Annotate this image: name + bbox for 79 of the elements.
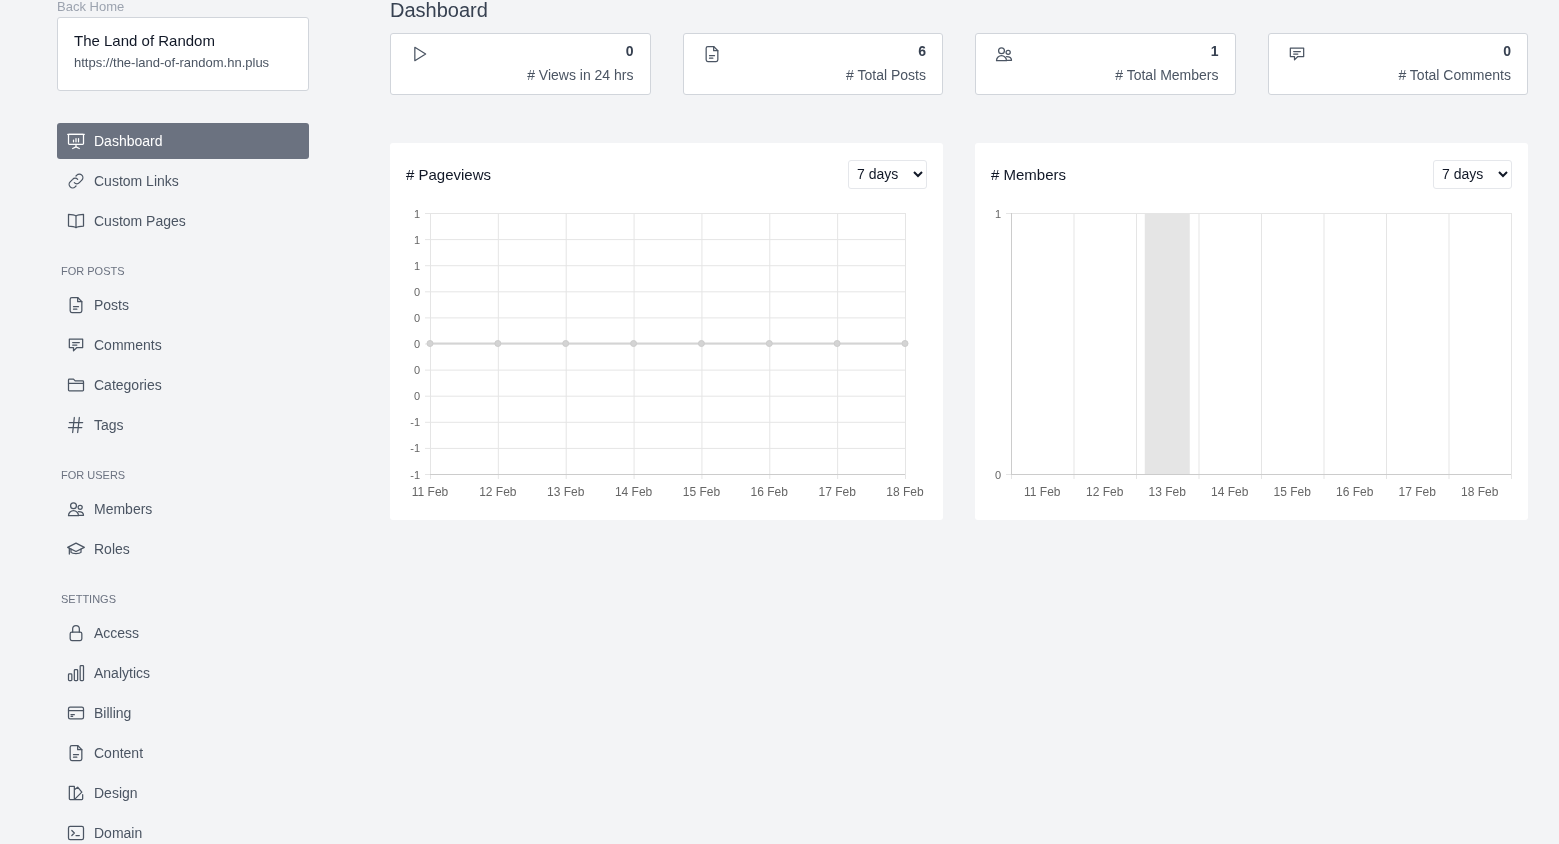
stat-value: 1 <box>1210 43 1219 61</box>
axis-tick-label: 17 Feb <box>818 485 856 499</box>
axis-tick-label: 13 Feb <box>1148 485 1186 499</box>
axis-tick-label: -1 <box>410 442 420 455</box>
data-point <box>697 340 705 347</box>
users-icon <box>994 44 1014 64</box>
nav-item[interactable]: Custom Pages <box>57 203 309 239</box>
page-title: Dashboard <box>390 0 489 23</box>
section-heading: SETTINGS <box>61 592 117 607</box>
book-icon <box>66 211 86 231</box>
nav-item[interactable]: Design <box>57 775 309 811</box>
stat-value: 0 <box>625 43 634 61</box>
terminal-icon <box>66 823 86 843</box>
axis-tick-label: 1 <box>413 259 420 272</box>
axis-tick-label: 16 Feb <box>750 485 788 499</box>
nav-item[interactable]: Analytics <box>57 655 309 691</box>
nav-item[interactable]: Content <box>57 735 309 771</box>
presentation-icon <box>66 131 86 151</box>
axis-tick-label: 17 Feb <box>1398 485 1436 499</box>
nav-item[interactable]: Custom Links <box>57 163 309 199</box>
stat-label: # Total Members <box>1115 67 1219 83</box>
axis-tick-label: 12 Feb <box>479 485 517 499</box>
data-point <box>426 340 434 347</box>
nav-item[interactable]: Tags <box>57 407 309 443</box>
axis-tick-label: 14 Feb <box>1211 485 1249 499</box>
site-name: The Land of Random <box>74 32 216 49</box>
data-point <box>901 340 909 347</box>
nav-item[interactable]: Comments <box>57 327 309 363</box>
hash-icon <box>66 415 86 435</box>
axis-tick-label: 0 <box>413 285 420 298</box>
axis-tick-label: -1 <box>410 416 420 429</box>
axis-tick-label: 0 <box>413 338 420 350</box>
nav-item[interactable]: Posts <box>57 287 309 323</box>
nav-item[interactable]: Domain <box>57 815 309 844</box>
nav-item[interactable]: Categories <box>57 367 309 403</box>
axis-tick-label: 18 Feb <box>1461 485 1499 499</box>
data-point <box>833 340 841 347</box>
chart-title: # Members <box>991 165 1067 183</box>
axis-tick-label: 0 <box>413 390 420 403</box>
users-icon <box>66 499 86 519</box>
data-point <box>562 340 570 347</box>
axis-tick-label: 13 Feb <box>547 485 585 499</box>
axis-tick-label: 1 <box>413 207 420 220</box>
data-point <box>765 340 773 347</box>
stat-value: 6 <box>918 43 926 61</box>
section-heading: FOR POSTS <box>61 264 126 279</box>
axis-tick-label: 15 Feb <box>1273 485 1311 499</box>
axis-tick-label: 16 Feb <box>1336 485 1374 499</box>
axis-tick-label: 0 <box>994 468 1001 481</box>
data-point <box>630 340 638 347</box>
axis-tick-label: 11 Feb <box>411 485 449 499</box>
nav-item[interactable]: Members <box>57 491 309 527</box>
axis-tick-label: 12 Feb <box>1086 485 1124 499</box>
stat-label: # Total Posts <box>846 67 926 83</box>
axis-tick-label: 1 <box>994 207 1001 220</box>
range-select[interactable]: 7 days <box>1433 159 1512 189</box>
section-heading: FOR USERS <box>61 468 127 483</box>
swatch-icon <box>66 783 86 803</box>
bar-chart-icon <box>66 663 86 683</box>
chart-title: # Pageviews <box>406 165 492 183</box>
axis-tick-label: -1 <box>410 468 420 481</box>
axis-tick-label: 0 <box>413 364 420 377</box>
site-url: https://the-land-of-random.hn.plus <box>74 55 271 70</box>
stat-value: 0 <box>1503 43 1511 61</box>
nav-item[interactable]: Dashboard <box>57 123 309 159</box>
stat-label: # Views in 24 hrs <box>527 67 634 83</box>
axis-tick-label: 11 Feb <box>1024 485 1061 499</box>
stat-label: # Total Comments <box>1398 67 1511 83</box>
axis-tick-label: 0 <box>413 311 420 324</box>
nav-item[interactable]: Billing <box>57 695 309 731</box>
nav-item[interactable]: Access <box>57 615 309 651</box>
axis-tick-label: 1 <box>413 233 420 246</box>
axis-tick-label: 18 Feb <box>886 485 924 499</box>
range-select[interactable]: 7 days <box>848 159 927 189</box>
axis-tick-label: 14 Feb <box>614 485 653 499</box>
data-point <box>494 340 502 347</box>
link-icon <box>66 171 86 191</box>
axis-tick-label: 15 Feb <box>682 485 721 499</box>
nav-item[interactable]: Roles <box>57 531 309 567</box>
